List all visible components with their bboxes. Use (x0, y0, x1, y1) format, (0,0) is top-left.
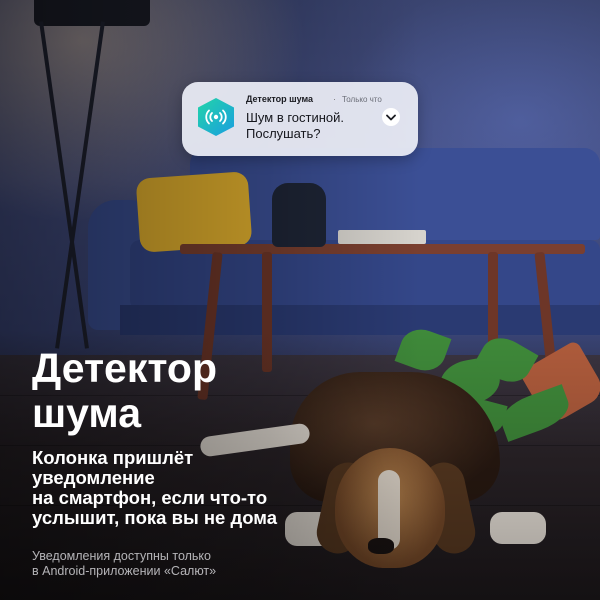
subtitle: Колонка пришлёт уведомление на смартфон,… (32, 448, 312, 528)
sound-waves-icon (198, 98, 234, 136)
chevron-down-icon[interactable] (382, 108, 400, 126)
headline-line: шума (32, 390, 142, 436)
footnote: Уведомления доступны только в Android-пр… (32, 549, 292, 579)
notification-time: Только что (342, 95, 382, 104)
notification-separator: · (333, 94, 336, 104)
footnote-line: Уведомления доступны только (32, 549, 211, 563)
subtitle-line: услышит, пока вы не дома (32, 507, 278, 528)
push-notification[interactable]: Детектор шума · Только что Шум в гостино… (182, 82, 418, 156)
headline-line: Детектор (32, 345, 218, 391)
notification-app-name: Детектор шума (246, 94, 314, 104)
notification-message: Шум в гостиной. Послушать? (246, 110, 345, 141)
subtitle-line: уведомление (32, 467, 155, 488)
subtitle-line: Колонка пришлёт (32, 447, 194, 468)
promo-banner: Детектор шума · Только что Шум в гостино… (0, 0, 600, 600)
footnote-line: в Android-приложении «Салют» (32, 564, 217, 578)
subtitle-line: на смартфон, если что-то (32, 487, 268, 508)
headline: Детектор шума (32, 346, 292, 436)
